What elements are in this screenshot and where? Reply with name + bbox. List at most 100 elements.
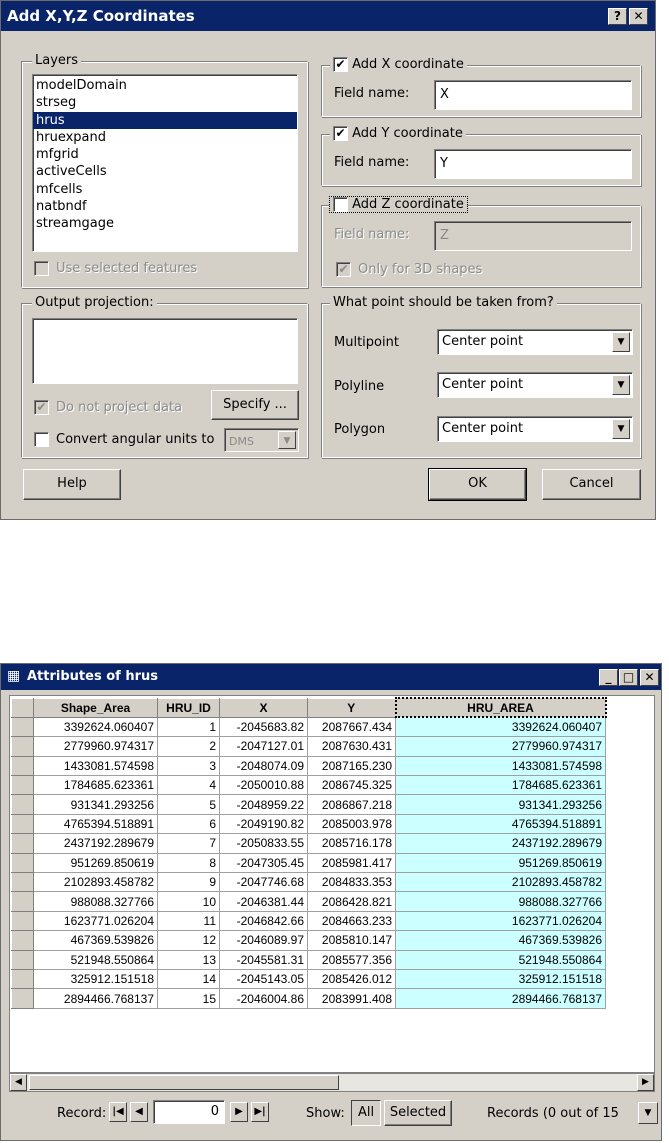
table-cell[interactable]: -2045581.31	[219, 949, 308, 970]
chevron-down-icon[interactable]: ▼	[612, 419, 630, 439]
polygon-select[interactable]: Center point ▼	[437, 416, 633, 442]
row-selector[interactable]	[11, 910, 34, 932]
table-row[interactable]: 2437192.289679 7 -2050833.55 2085716.178 243…	[11, 833, 606, 854]
table-cell[interactable]: 2086745.325	[307, 775, 396, 796]
table-cell[interactable]: 325912.151518	[395, 968, 606, 990]
only-3d-checkbox[interactable]: ✔	[336, 262, 351, 277]
maximize-icon[interactable]: □	[619, 669, 638, 686]
row-selector[interactable]	[11, 775, 34, 796]
table-cell[interactable]: 2894466.768137	[33, 988, 158, 1009]
table-cell[interactable]: 2084663.233	[307, 910, 396, 932]
layer-item[interactable]: strseg	[33, 94, 297, 111]
row-selector[interactable]	[11, 813, 34, 835]
table-cell[interactable]: 2086428.821	[307, 891, 396, 912]
column-header[interactable]: HRU_ID	[157, 697, 220, 718]
angular-units-select[interactable]: DMS ▼	[224, 428, 299, 452]
table-cell[interactable]: -2050010.88	[219, 775, 308, 796]
table-cell[interactable]: 988088.327766	[395, 891, 606, 912]
horizontal-scrollbar[interactable]: ◀ ▶	[9, 1073, 655, 1092]
table-row[interactable]: 521948.550864 13 -2045581.31 2085577.356 521…	[11, 949, 606, 970]
row-selector[interactable]	[11, 949, 34, 970]
cancel-button[interactable]: Cancel	[542, 469, 641, 500]
table-cell[interactable]: 2102893.458782	[33, 872, 158, 893]
minimize-icon[interactable]: _	[599, 669, 618, 686]
close-icon[interactable]: ✕	[640, 669, 659, 686]
table-cell[interactable]: 325912.151518	[33, 968, 158, 990]
row-selector[interactable]	[11, 716, 34, 738]
table-cell[interactable]: 2085981.417	[307, 852, 396, 874]
layer-item[interactable]: mfcells	[33, 181, 297, 198]
row-selector[interactable]	[11, 988, 34, 1009]
row-selector[interactable]	[11, 833, 34, 854]
specify-button[interactable]: Specify ...	[211, 390, 299, 420]
previous-record-icon[interactable]: ◀	[130, 1102, 148, 1122]
add-x-checkbox[interactable]: ✔	[333, 57, 348, 72]
table-cell[interactable]: 5	[157, 794, 220, 815]
x-field-name-input[interactable]: X	[434, 80, 632, 110]
table-cell[interactable]: -2045143.05	[219, 968, 308, 990]
table-cell[interactable]: 1433081.574598	[33, 755, 158, 777]
table-cell[interactable]: 11	[157, 910, 220, 932]
table-cell[interactable]: 2085716.178	[307, 833, 396, 854]
first-record-icon[interactable]: |◀	[109, 1102, 127, 1122]
last-record-icon[interactable]: ▶|	[251, 1102, 269, 1122]
table-cell[interactable]: -2045683.82	[219, 716, 308, 738]
layer-item[interactable]: modelDomain	[33, 77, 297, 94]
chevron-down-icon[interactable]: ▼	[612, 375, 630, 395]
table-cell[interactable]: 14	[157, 968, 220, 990]
layer-item[interactable]: hruexpand	[33, 129, 297, 146]
table-cell[interactable]: 6	[157, 813, 220, 835]
table-cell[interactable]: 1623771.026204	[395, 910, 606, 932]
table-row[interactable]: 3392624.060407 1 -2045683.82 2087667.434 339…	[11, 716, 606, 738]
help-title-button[interactable]: ?	[608, 8, 627, 25]
record-number-input[interactable]: 0	[153, 1100, 225, 1124]
table-cell[interactable]: 467369.539826	[33, 930, 158, 951]
table-cell[interactable]: 15	[157, 988, 220, 1009]
y-field-name-input[interactable]: Y	[434, 149, 632, 179]
table-cell[interactable]: 1784685.623361	[395, 775, 606, 796]
table-cell[interactable]: 2085003.978	[307, 813, 396, 835]
table-cell[interactable]: -2048074.09	[219, 755, 308, 777]
help-button[interactable]: Help	[23, 469, 121, 500]
table-row[interactable]: 951269.850619 8 -2047305.45 2085981.417 9512…	[11, 852, 606, 874]
table-cell[interactable]: 10	[157, 891, 220, 912]
table-cell[interactable]: 2084833.353	[307, 872, 396, 893]
table-cell[interactable]: 13	[157, 949, 220, 970]
layer-item[interactable]: mfgrid	[33, 146, 297, 163]
table-cell[interactable]: 2779960.974317	[395, 736, 606, 757]
table-cell[interactable]: 4765394.518891	[33, 813, 158, 835]
column-header[interactable]: Shape_Area	[33, 697, 158, 718]
layer-item-selected[interactable]: hrus	[33, 111, 297, 129]
ok-button[interactable]: OK	[428, 468, 527, 501]
layer-item[interactable]: activeCells	[33, 163, 297, 180]
table-cell[interactable]: 2086867.218	[307, 794, 396, 815]
row-selector[interactable]	[11, 794, 34, 815]
table-cell[interactable]: 1623771.026204	[33, 910, 158, 932]
layer-item[interactable]: streamgage	[33, 215, 297, 232]
chevron-down-icon[interactable]: ▼	[612, 332, 630, 352]
do-not-project-checkbox[interactable]: ✔	[34, 400, 49, 415]
use-selected-checkbox[interactable]	[34, 261, 49, 276]
chevron-down-icon[interactable]: ▼	[278, 431, 296, 449]
chevron-down-icon[interactable]: ▼	[638, 1102, 658, 1124]
layers-list[interactable]: modelDomain strseg hrus hruexpand mfgrid…	[32, 74, 298, 252]
column-header[interactable]: X	[219, 697, 308, 718]
table-cell[interactable]: 988088.327766	[33, 891, 158, 912]
table-cell[interactable]: 2779960.974317	[33, 736, 158, 757]
next-record-icon[interactable]: ▶	[230, 1102, 248, 1122]
table-cell[interactable]: -2047127.01	[219, 736, 308, 757]
table-cell[interactable]: 521948.550864	[395, 949, 606, 970]
table-cell[interactable]: -2047305.45	[219, 852, 308, 874]
table-row[interactable]: 1623771.026204 11 -2046842.66 2084663.233 16…	[11, 910, 606, 932]
table-cell[interactable]: -2046842.66	[219, 910, 308, 932]
show-selected-button[interactable]: Selected	[384, 1100, 452, 1126]
add-y-checkbox[interactable]: ✔	[333, 126, 348, 141]
table-cell[interactable]: 1433081.574598	[395, 755, 606, 777]
table-cell[interactable]: 9	[157, 872, 220, 893]
table-row[interactable]: 325912.151518 14 -2045143.05 2085426.012 325…	[11, 968, 606, 990]
table-cell[interactable]: 467369.539826	[395, 930, 606, 951]
row-selector-header[interactable]	[11, 697, 34, 718]
scroll-right-icon[interactable]: ▶	[637, 1074, 654, 1091]
table-cell[interactable]: 931341.293256	[33, 794, 158, 815]
multipoint-select[interactable]: Center point ▼	[437, 329, 633, 355]
